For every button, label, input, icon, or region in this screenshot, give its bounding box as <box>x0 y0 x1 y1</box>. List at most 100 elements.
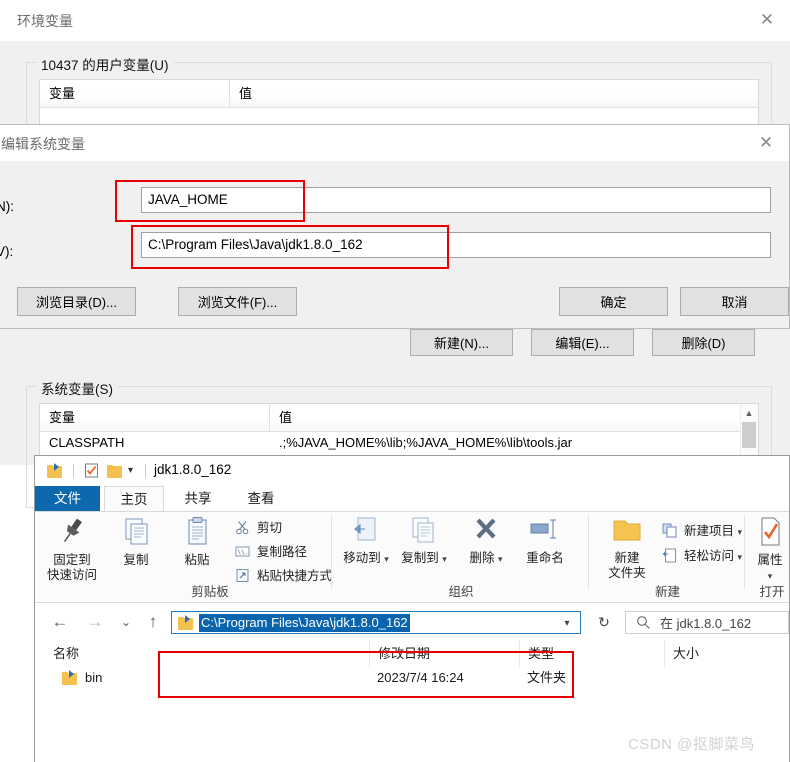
edit-dialog-title: 编辑系统变量 <box>1 136 85 152</box>
group-title-clipboard: 剪贴板 <box>191 585 229 599</box>
close-icon[interactable]: ✕ <box>743 127 789 157</box>
close-icon[interactable]: ✕ <box>744 4 790 34</box>
new-folder-icon[interactable] <box>107 463 124 479</box>
file-explorer-window: ▾ jdk1.8.0_162 文件 主页 共享 查看 固定到 快速访问 复制 粘贴 <box>34 455 790 762</box>
browse-file-button[interactable]: 浏览文件(F)... <box>178 287 297 316</box>
properties-button[interactable]: 属性 ▾ <box>747 516 789 584</box>
tab-share[interactable]: 共享 <box>168 486 228 511</box>
column-header-type[interactable]: 类型 <box>520 640 665 667</box>
chevron-down-icon[interactable]: ▾ <box>128 465 145 481</box>
properties-label: 属性 ▾ <box>757 553 783 581</box>
forward-button[interactable]: → <box>82 609 108 634</box>
paste-shortcut-label: 粘贴快捷方式 <box>257 569 333 583</box>
copy-path-label: 复制路径 <box>257 545 308 559</box>
edit-dialog-titlebar: 编辑系统变量 ✕ <box>0 125 789 161</box>
variable-name-label: 变量名(N): <box>0 199 14 214</box>
explorer-titlebar: ▾ jdk1.8.0_162 <box>35 456 789 486</box>
scrollbar-thumb[interactable] <box>742 422 756 448</box>
env-window-title: 环境变量 <box>17 13 73 29</box>
new-button[interactable]: 新建(N)... <box>410 329 513 356</box>
edit-system-variable-dialog: 编辑系统变量 ✕ 变量名(N): JAVA_HOME 变量值(V): C:\Pr… <box>0 124 790 329</box>
ribbon: 固定到快速访问 复制 粘贴 剪切 \\.. 复制路径 <box>35 511 789 603</box>
copy-to-label: 复制到 ▾ <box>401 551 447 565</box>
recent-locations-button[interactable]: ⌄ <box>113 609 139 634</box>
search-box[interactable]: 在 jdk1.8.0_162 <box>625 611 789 634</box>
tab-home[interactable]: 主页 <box>104 486 164 511</box>
new-folder-button[interactable]: 新建 文件夹 <box>596 516 658 581</box>
row-variable-name: CLASSPATH <box>49 435 125 450</box>
column-header-variable[interactable]: 变量 <box>40 80 230 107</box>
new-item-icon <box>662 523 679 540</box>
properties-check-icon[interactable] <box>84 463 101 479</box>
up-button[interactable]: ↑ <box>140 609 166 634</box>
file-icon <box>62 667 83 689</box>
edit-button[interactable]: 编辑(E)... <box>531 329 634 356</box>
delete-button[interactable]: 删除(D) <box>652 329 755 356</box>
search-placeholder: 在 jdk1.8.0_162 <box>660 616 752 631</box>
row-variable-value: .;%JAVA_HOME%\lib;%JAVA_HOME%\lib\tools.… <box>279 435 573 450</box>
new-folder-label: 新建 文件夹 <box>608 551 646 580</box>
refresh-button[interactable]: ↻ <box>591 611 617 634</box>
divider <box>331 516 332 588</box>
column-header-name[interactable]: 名称 <box>45 640 370 667</box>
table-row[interactable]: CLASSPATH .;%JAVA_HOME%\lib;%JAVA_HOME%\… <box>40 432 758 454</box>
back-button[interactable]: ← <box>47 609 73 634</box>
ribbon-group-new: 新建 文件夹 新建项目 ▾ 轻松访问 ▾ 新建 <box>590 512 745 602</box>
search-icon <box>636 615 651 633</box>
rename-button[interactable]: 重命名 <box>516 516 574 566</box>
column-header-size[interactable]: 大小 <box>665 640 789 667</box>
svg-text:\\..: \\.. <box>238 549 251 556</box>
column-header-modified[interactable]: 修改日期 <box>370 640 520 667</box>
navigation-bar: ← → ⌄ ↑ C:\Program Files\Java\jdk1.8.0_1… <box>35 603 789 640</box>
group-title-organize: 组织 <box>448 585 474 599</box>
explorer-window-title: jdk1.8.0_162 <box>154 462 232 477</box>
group-title-open: 打开 <box>759 585 785 599</box>
file-modified: 2023/7/4 16:24 <box>377 670 464 685</box>
browse-directory-button[interactable]: 浏览目录(D)... <box>17 287 136 316</box>
list-item[interactable]: bin 2023/7/4 16:24 文件夹 <box>35 667 789 689</box>
tab-file[interactable]: 文件 <box>35 486 100 511</box>
move-to-button[interactable]: 移动到 ▾ <box>337 516 395 567</box>
new-item-label: 新建项目 ▾ <box>684 524 743 538</box>
address-bar[interactable]: C:\Program Files\Java\jdk1.8.0_162 ▾ <box>171 611 581 634</box>
variable-value-input[interactable]: C:\Program Files\Java\jdk1.8.0_162 <box>141 232 771 258</box>
pin-to-quick-access-button[interactable]: 固定到 快速访问 <box>43 516 101 583</box>
column-header-value[interactable]: 值 <box>270 404 740 431</box>
delete-label: 删除 ▾ <box>469 551 503 565</box>
ribbon-group-organize: 移动到 ▾ 复制到 ▾ 删除 ▾ 重命名 组织 <box>333 512 589 602</box>
divider <box>145 464 146 478</box>
scroll-up-icon[interactable]: ▲ <box>741 404 757 421</box>
copy-label: 复制 <box>123 553 149 567</box>
system-variables-label: 系统变量(S) <box>36 378 118 398</box>
column-header-variable[interactable]: 变量 <box>40 404 270 431</box>
group-title-new: 新建 <box>654 585 680 599</box>
paste-label: 粘贴 <box>184 553 210 567</box>
file-type: 文件夹 <box>527 670 567 685</box>
address-bar-text[interactable]: C:\Program Files\Java\jdk1.8.0_162 <box>199 614 410 632</box>
tab-view[interactable]: 查看 <box>231 486 291 511</box>
variable-name-input[interactable]: JAVA_HOME <box>141 187 771 213</box>
divider <box>73 464 74 478</box>
pin-to-quick-access-label: 固定到 快速访问 <box>46 553 97 582</box>
folder-icon <box>47 463 64 479</box>
copy-to-button[interactable]: 复制到 ▾ <box>395 516 453 567</box>
user-variables-label: 10437 的用户变量(U) <box>36 54 174 74</box>
easy-access-icon <box>662 548 679 565</box>
copy-button[interactable]: 复制 <box>107 516 165 568</box>
system-listview-header: 变量 值 <box>40 404 758 432</box>
delete-button[interactable]: 删除 ▾ <box>457 516 515 567</box>
divider <box>744 516 745 588</box>
paste-button[interactable]: 粘贴 <box>168 516 226 568</box>
chevron-down-icon[interactable]: ▾ <box>556 614 578 632</box>
column-header-value[interactable]: 值 <box>230 80 758 107</box>
env-window-titlebar: 环境变量 ✕ <box>0 0 790 42</box>
ribbon-tab-strip: 文件 主页 共享 查看 <box>35 486 789 511</box>
copy-path-icon: \\.. <box>235 544 252 561</box>
ribbon-group-clipboard: 固定到快速访问 复制 粘贴 剪切 \\.. 复制路径 <box>35 512 332 602</box>
csdn-watermark: CSDN @抠脚菜鸟 <box>628 736 755 753</box>
file-list-column-headers: 名称 修改日期 类型 大小 <box>35 640 789 668</box>
ok-button[interactable]: 确定 <box>559 287 668 316</box>
move-to-label: 移动到 ▾ <box>343 551 389 565</box>
divider <box>588 516 589 588</box>
cancel-button[interactable]: 取消 <box>680 287 789 316</box>
